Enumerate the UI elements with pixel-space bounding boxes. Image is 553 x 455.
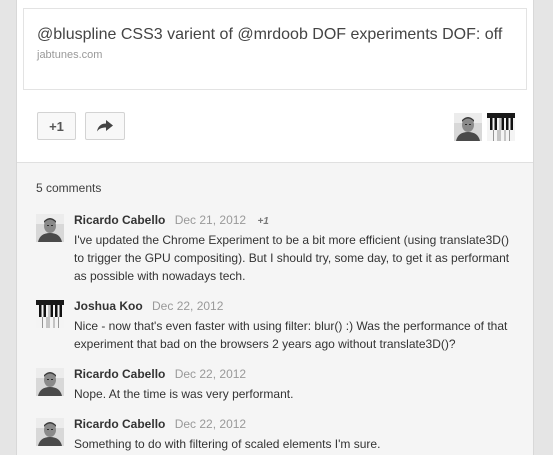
comment-avatar[interactable] [36, 214, 64, 242]
comments-section: 5 comments Ricardo Cabello Dec 21, 2012 … [17, 162, 533, 455]
sharer-avatar-joshua[interactable] [487, 113, 515, 141]
sharer-avatar-ricardo[interactable] [454, 113, 482, 141]
comment-author[interactable]: Ricardo Cabello [74, 367, 165, 381]
link-domain: jabtunes.com [37, 49, 103, 61]
comment-date[interactable]: Dec 21, 2012 [175, 213, 246, 227]
comment-date[interactable]: Dec 22, 2012 [152, 299, 223, 313]
comment-avatar[interactable] [36, 418, 64, 446]
share-arrow-icon [97, 120, 113, 132]
comment-plus-one[interactable]: +1 [257, 216, 268, 227]
comment-author[interactable]: Ricardo Cabello [74, 213, 165, 227]
comment-date[interactable]: Dec 22, 2012 [175, 417, 246, 431]
share-button[interactable] [85, 112, 125, 140]
comment-author[interactable]: Ricardo Cabello [74, 417, 165, 431]
ricardo-avatar [454, 113, 482, 141]
comment-avatar[interactable] [36, 300, 64, 328]
comment-text: I've updated the Chrome Experiment to be… [74, 233, 510, 283]
plus-one-label: +1 [49, 118, 64, 134]
comment-text: Nope. At the time is was very performant… [74, 387, 294, 401]
link-title[interactable]: @bluspline CSS3 varient of @mrdoob DOF e… [37, 26, 502, 44]
comment-author[interactable]: Joshua Koo [74, 299, 143, 313]
link-preview[interactable]: @bluspline CSS3 varient of @mrdoob DOF e… [23, 8, 527, 90]
comment-header: Ricardo Cabello Dec 21, 2012 +1 [74, 213, 269, 227]
ricardo-avatar [36, 368, 64, 396]
piano-keys-avatar [36, 300, 64, 328]
comment-header: Ricardo Cabello Dec 22, 2012 [74, 417, 246, 431]
post-card: @bluspline CSS3 varient of @mrdoob DOF e… [16, 0, 534, 455]
comment-date[interactable]: Dec 22, 2012 [175, 367, 246, 381]
comment-avatar[interactable] [36, 368, 64, 396]
comment-header: Ricardo Cabello Dec 22, 2012 [74, 367, 246, 381]
piano-keys-avatar [487, 113, 515, 141]
comment-count[interactable]: 5 comments [36, 181, 101, 195]
comment-text: Something to do with filtering of scaled… [74, 437, 381, 451]
comment-header: Joshua Koo Dec 22, 2012 [74, 299, 223, 313]
plus-one-button[interactable]: +1 [37, 112, 76, 140]
ricardo-avatar [36, 418, 64, 446]
comment-text: Nice - now that's even faster with using… [74, 319, 508, 351]
page: @bluspline CSS3 varient of @mrdoob DOF e… [0, 0, 553, 455]
ricardo-avatar [36, 214, 64, 242]
